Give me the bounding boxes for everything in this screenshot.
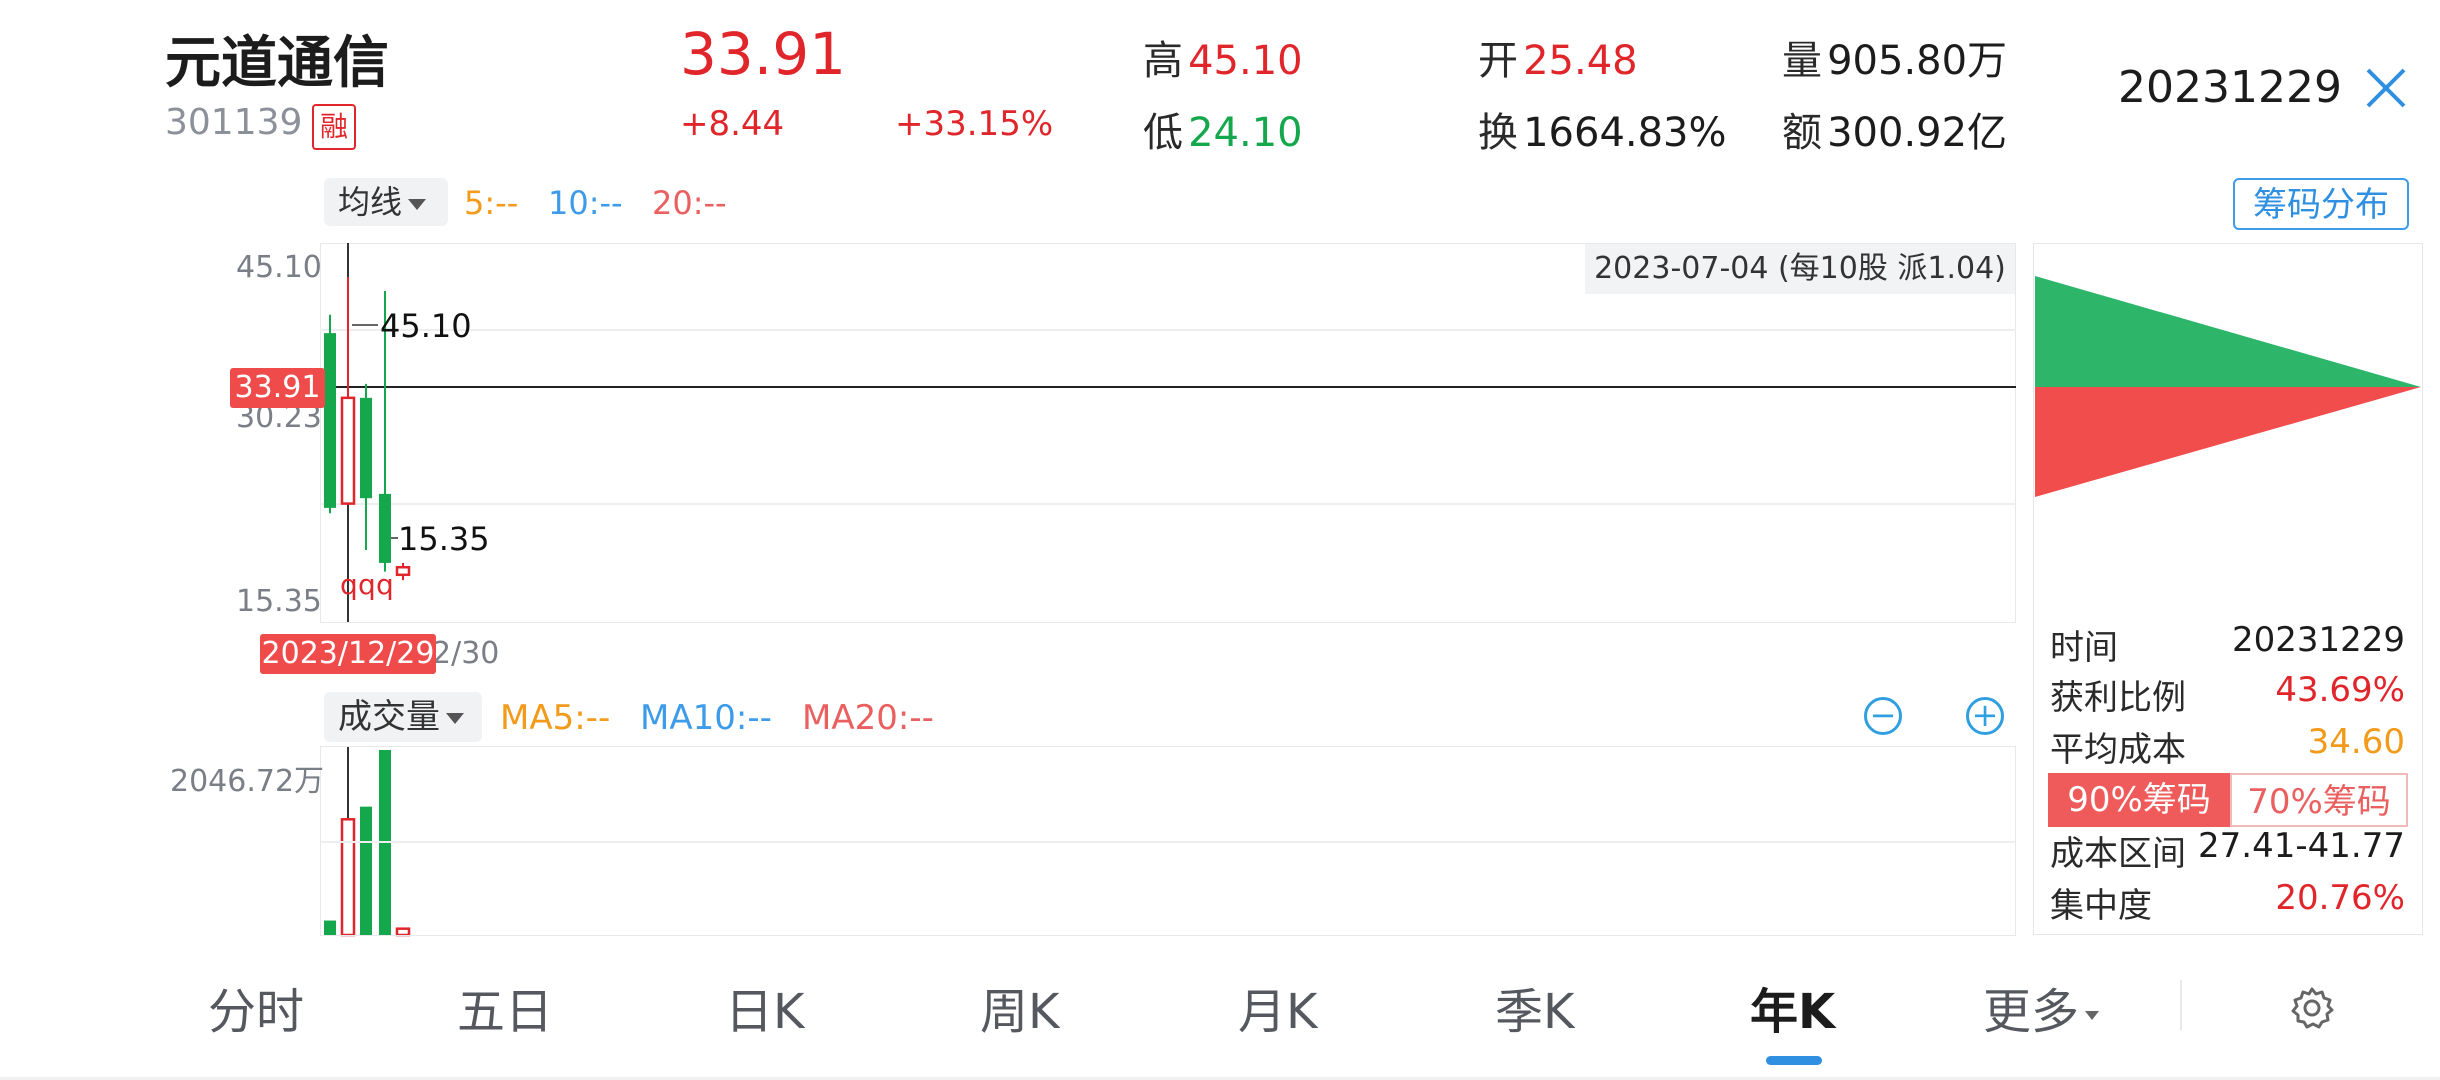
chip-time-value: 20231229 (2231, 620, 2405, 660)
tab-yearly-k[interactable]: 年K (1750, 972, 1835, 1042)
candle-body (324, 333, 336, 508)
chevron-down-icon (446, 713, 464, 724)
candle-body (340, 396, 356, 505)
tab-monthly-k[interactable]: 月K (1238, 972, 1317, 1042)
y-axis-high: 45.10 (236, 250, 322, 285)
zoom-in-button[interactable]: + (1966, 697, 2004, 735)
plus-icon: + (1971, 696, 1999, 734)
candle-body (360, 397, 372, 499)
active-tab-indicator (1766, 1056, 1822, 1065)
volume-selector[interactable]: 成交量 (324, 692, 482, 742)
nav-divider (2180, 980, 2182, 1030)
chip-profit-label: 获利比例 (2050, 678, 2186, 718)
chip-concentration-value: 20.76% (2275, 878, 2405, 918)
crosshair-date-tag: 2023/12/29 (260, 634, 436, 674)
chevron-down-icon (2085, 1010, 2100, 1020)
event-mark[interactable]: q (358, 568, 376, 601)
volume-max-label: 2046.72万 (170, 764, 325, 799)
chip-avg-cost-value: 34.60 (2307, 722, 2405, 762)
chip-range-value: 27.41-41.77 (2198, 826, 2405, 866)
tab-weekly-k[interactable]: 周K (980, 972, 1059, 1042)
settings-button[interactable] (2290, 986, 2334, 1030)
tab-more[interactable]: 更多 (1983, 972, 2100, 1042)
tab-chip-90[interactable]: 90%筹码 (2048, 773, 2230, 827)
vol-ma5: MA5:-- (500, 698, 611, 738)
chip-profit-row: 获利比例 43.69% (2050, 670, 2405, 718)
chip-range-label: 成本区间 (2050, 834, 2186, 874)
event-mark[interactable]: q (340, 568, 358, 601)
candle-body (395, 565, 411, 577)
chip-range-row: 成本区间 27.41-41.77 (2050, 826, 2405, 874)
tab-chip-70[interactable]: 70%筹码 (2230, 773, 2408, 827)
current-price-tag: 33.91 (230, 368, 325, 408)
chip-avg-cost-label: 平均成本 (2050, 730, 2186, 770)
volume-chart-area[interactable] (320, 746, 2016, 936)
minus-icon: − (1869, 696, 1897, 734)
chip-avg-cost-row: 平均成本 34.60 (2050, 722, 2405, 770)
chip-time-row: 时间 20231229 (2050, 620, 2405, 668)
volume-selector-label: 成交量 (338, 697, 440, 737)
tab-quarterly-k[interactable]: 季K (1495, 972, 1574, 1042)
event-mark[interactable]: q (376, 568, 394, 601)
tab-five-day[interactable]: 五日 (457, 972, 553, 1042)
low-annotation: 15.35 (398, 520, 490, 558)
vol-ma20: MA20:-- (802, 698, 934, 738)
x-axis-date: 2/30 (432, 636, 500, 671)
chip-time-label: 时间 (2050, 628, 2118, 668)
tab-daily-k[interactable]: 日K (725, 972, 804, 1042)
chip-profit-value: 43.69% (2275, 670, 2405, 710)
chip-concentration-row: 集中度 20.76% (2050, 878, 2405, 926)
y-axis-low: 15.35 (236, 584, 322, 619)
high-annotation: 45.10 (380, 307, 472, 345)
chip-concentration-label: 集中度 (2050, 886, 2152, 926)
zoom-out-button[interactable]: − (1864, 697, 1902, 735)
gear-icon (2291, 987, 2334, 1029)
tab-intraday[interactable]: 分时 (208, 972, 304, 1042)
tab-more-label: 更多 (1983, 984, 2080, 1040)
candle-body (379, 493, 391, 563)
dividend-tag[interactable]: 2023-07-04 (每10股 派1.04) (1585, 244, 2015, 294)
vol-ma10: MA10:-- (640, 698, 772, 738)
